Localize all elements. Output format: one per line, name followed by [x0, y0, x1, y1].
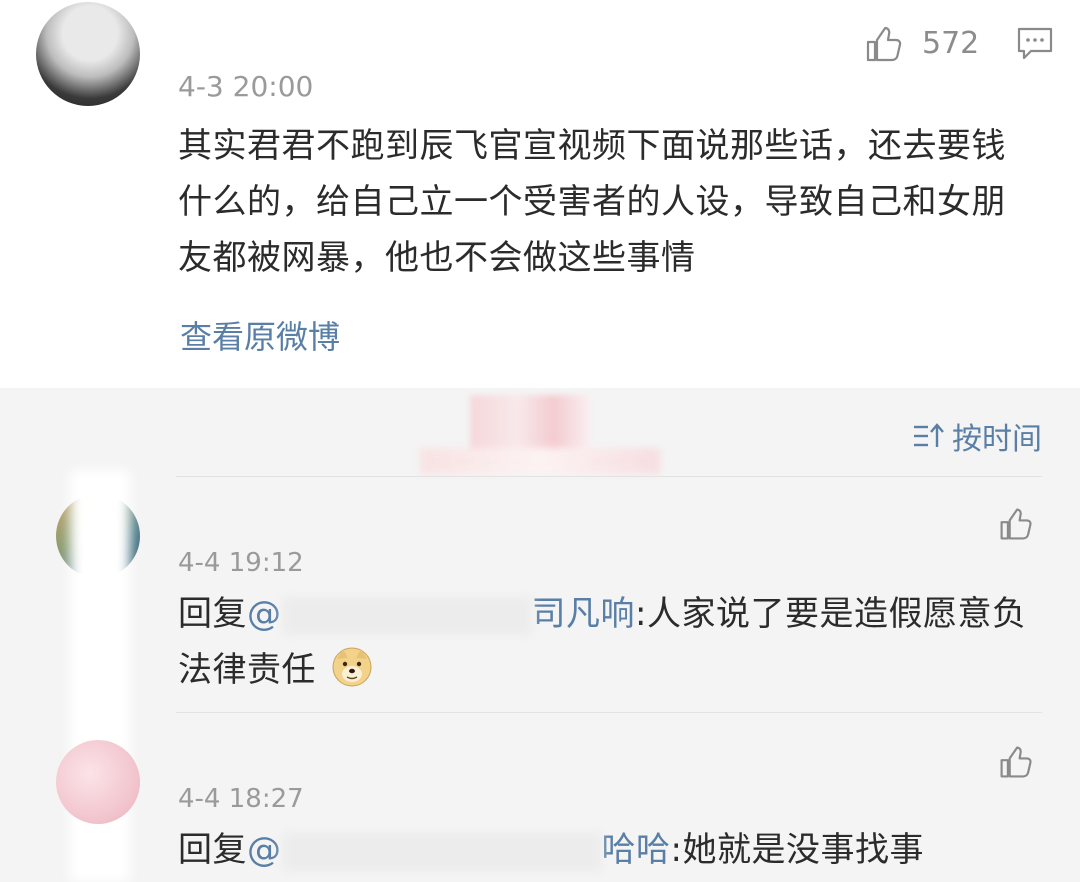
reply-text: 回复@ 司凡响:人家说了要是造假愿意负法律责任 [178, 586, 1038, 698]
like-count: 572 [922, 26, 980, 61]
mention-at[interactable]: @ [247, 830, 282, 870]
username-redacted [180, 500, 480, 536]
mention-redacted [281, 595, 532, 636]
doge-emoji-icon [332, 647, 372, 687]
username-redacted [180, 740, 480, 776]
reply-prefix: 回复 [178, 594, 247, 634]
comment-icon[interactable] [1016, 26, 1054, 62]
main-comment-card: 572 4-3 20:00 其实君君不跑到辰飞官宣视频下面说那些话，还去要钱什么… [0, 0, 1080, 388]
divider [176, 712, 1042, 713]
avatar[interactable] [56, 740, 140, 824]
reply-time: 4-4 18:27 [178, 784, 304, 814]
comment-text: 其实君君不跑到辰飞官宣视频下面说那些话，还去要钱什么的，给自己立一个受害者的人设… [178, 126, 1006, 278]
thumbs-up-icon[interactable] [998, 744, 1034, 780]
view-original-link[interactable]: 查看原微博 [180, 312, 340, 358]
mention-at[interactable]: @ [247, 594, 282, 634]
mosaic-redaction [420, 448, 660, 474]
reply-body: :她就是没事找事 [670, 830, 924, 870]
avatar[interactable] [36, 2, 140, 106]
thumbs-up-icon[interactable] [998, 506, 1034, 542]
sort-icon [914, 423, 944, 447]
mosaic-redaction [470, 395, 590, 451]
sort-button[interactable]: 按时间 [912, 414, 1042, 458]
mention-name[interactable]: 司凡响 [532, 594, 636, 634]
reply-text: 回复@ 哈哈:她就是没事找事 [178, 822, 1038, 878]
username-redacted [200, 22, 500, 56]
mention-name[interactable]: 哈哈 [602, 830, 671, 870]
reply-prefix: 回复 [178, 830, 247, 870]
sort-label: 按时间 [952, 422, 1042, 457]
comment-time: 4-3 20:00 [178, 70, 314, 103]
mention-redacted [281, 831, 602, 872]
thumbs-up-icon[interactable] [864, 24, 904, 64]
reply-time: 4-4 19:12 [178, 548, 304, 578]
